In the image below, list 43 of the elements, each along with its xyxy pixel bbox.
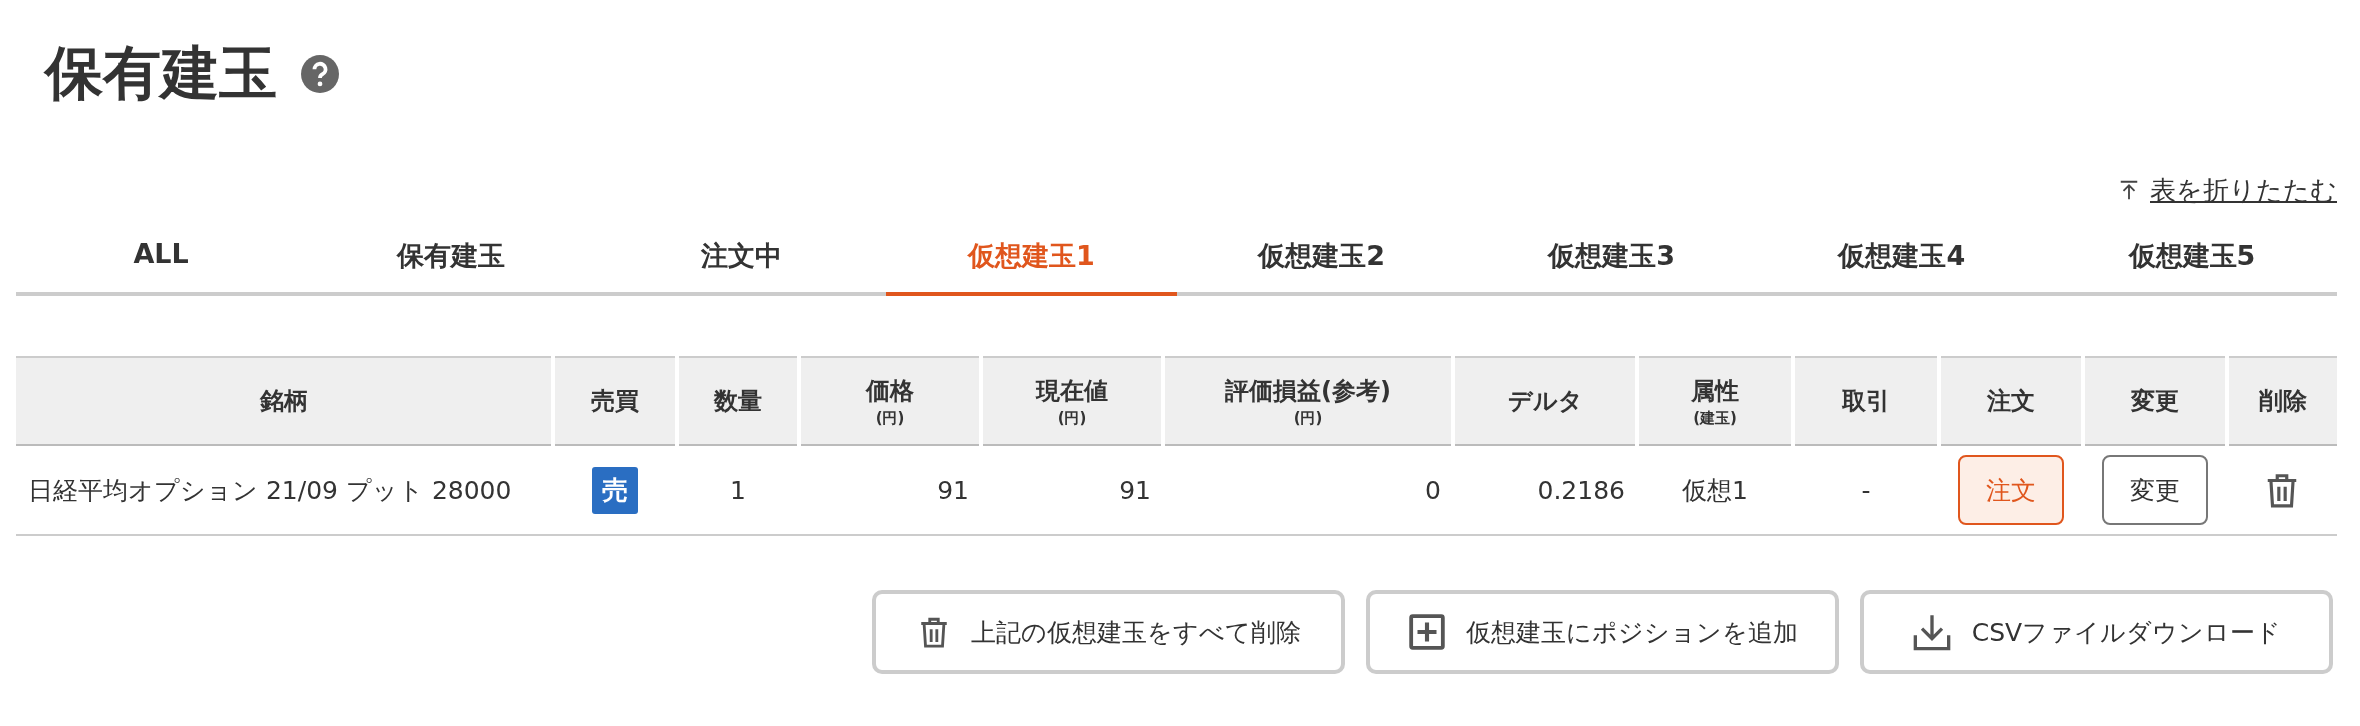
table-cell: 91 bbox=[799, 445, 981, 535]
tab[interactable]: 注文中 bbox=[596, 218, 887, 296]
plus-icon bbox=[1407, 613, 1446, 651]
table-cell: - bbox=[1793, 445, 1939, 535]
tab[interactable]: ALL bbox=[16, 218, 307, 296]
side-badge: 売 bbox=[592, 466, 638, 514]
column-header: 変更 bbox=[2083, 357, 2227, 445]
page-title: 保有建玉 bbox=[45, 38, 277, 109]
download-icon bbox=[1911, 612, 1952, 652]
header-unit: (円) bbox=[1056, 408, 1088, 428]
header-label: 評価損益(参考) bbox=[1224, 375, 1392, 407]
table-cell: 0.2186 bbox=[1453, 445, 1637, 535]
column-header: 数量 bbox=[677, 357, 799, 445]
table-cell: 91 bbox=[981, 445, 1163, 535]
column-header: 削除 bbox=[2227, 357, 2337, 445]
action-button[interactable]: 仮想建玉にポジションを追加 bbox=[1366, 590, 1839, 674]
tab[interactable]: 仮想建玉3 bbox=[1466, 218, 1757, 296]
header-unit: (円) bbox=[874, 408, 906, 428]
tab[interactable]: 保有建玉 bbox=[306, 218, 597, 296]
table-cell: 1 bbox=[677, 445, 799, 535]
header-label: 現在値 bbox=[1034, 375, 1109, 407]
collapse-link[interactable]: 表を折りたたむ bbox=[2118, 172, 2337, 208]
action-button[interactable]: 上記の仮想建玉をすべて削除 bbox=[872, 590, 1345, 674]
header-label: 価格 bbox=[864, 375, 915, 407]
column-header: デルタ bbox=[1453, 357, 1637, 445]
table-cell: 仮想1 bbox=[1637, 445, 1793, 535]
arrow-up-icon bbox=[2118, 179, 2140, 201]
header-unit: (円) bbox=[1292, 408, 1324, 428]
header-label: 属性 bbox=[1690, 375, 1740, 407]
table-cell: 0 bbox=[1163, 445, 1453, 535]
column-header: 注文 bbox=[1939, 357, 2083, 445]
action-button[interactable]: CSVファイルダウンロード bbox=[1860, 590, 2333, 674]
column-header: 銘柄 bbox=[16, 357, 553, 445]
column-header: 取引 bbox=[1793, 357, 1939, 445]
tab[interactable]: 仮想建玉4 bbox=[1756, 218, 2047, 296]
header-unit: (建玉) bbox=[1692, 408, 1738, 428]
column-header: 売買 bbox=[553, 357, 677, 445]
tab[interactable]: 仮想建玉1 bbox=[886, 218, 1177, 296]
change-button[interactable]: 変更 bbox=[2102, 455, 2208, 525]
table-cell: 日経平均オプション 21/09 プット 28000 bbox=[16, 445, 553, 535]
help-icon bbox=[301, 55, 339, 93]
tab[interactable]: 仮想建玉2 bbox=[1176, 218, 1467, 296]
tab[interactable]: 仮想建玉5 bbox=[2046, 218, 2337, 296]
